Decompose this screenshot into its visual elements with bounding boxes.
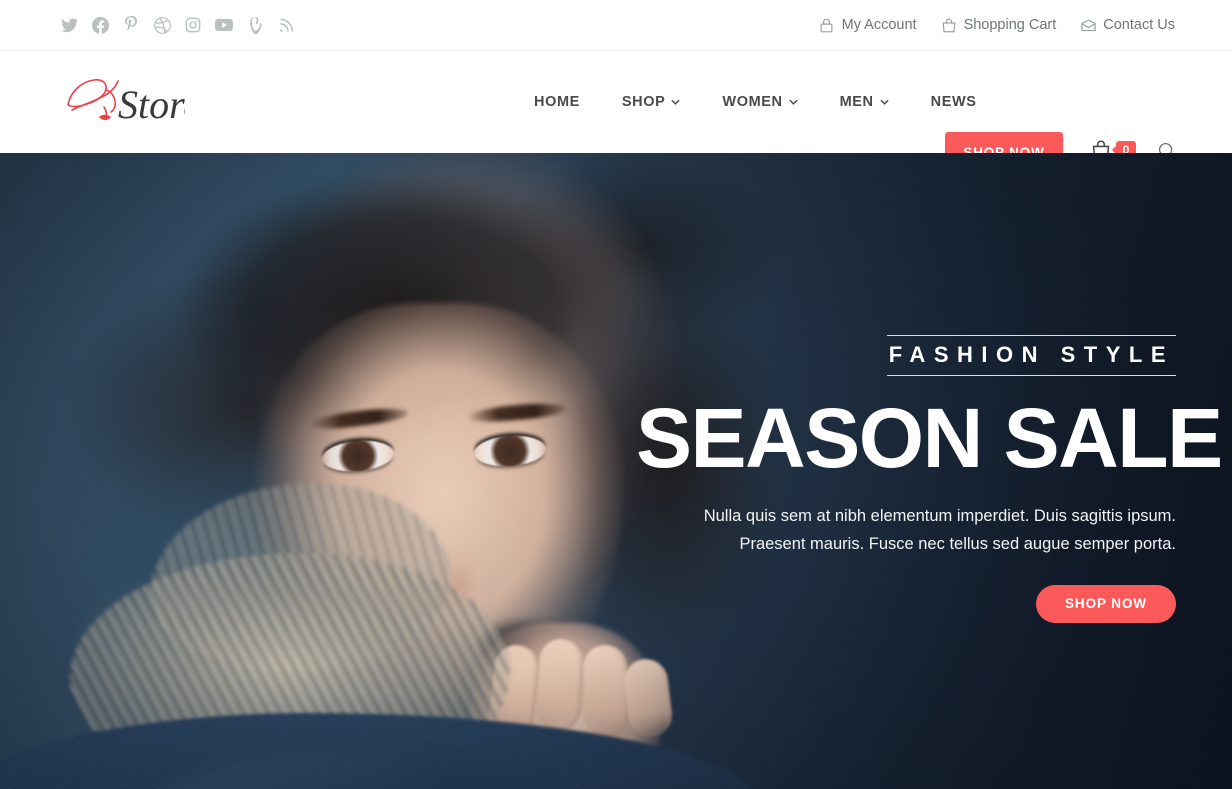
chevron-down-icon — [671, 99, 681, 105]
top-link-label: Shopping Cart — [963, 17, 1057, 34]
hero-photo-finger — [582, 644, 630, 738]
site-header: Store HOME SHOP WOMEN MEN NEWS SHOP — [0, 51, 1232, 173]
site-logo[interactable]: Store — [60, 73, 185, 131]
youtube-icon[interactable] — [213, 14, 235, 36]
hero-banner: FASHION STYLE SEASON SALE Nulla quis sem… — [0, 153, 1232, 789]
top-link-label: Contact Us — [1103, 17, 1175, 34]
pinterest-icon[interactable] — [120, 14, 142, 36]
hero-content: FASHION STYLE SEASON SALE Nulla quis sem… — [636, 335, 1223, 623]
nav-item-women[interactable]: WOMEN — [701, 94, 818, 110]
social-links — [58, 14, 297, 36]
top-link-contact-us[interactable]: Contact Us — [1080, 17, 1175, 34]
top-bar-links: My Account Shopping Cart Contact Us — [819, 17, 1175, 34]
facebook-icon[interactable] — [89, 14, 111, 36]
dribbble-icon[interactable] — [151, 14, 173, 36]
nav-item-men[interactable]: MEN — [819, 94, 910, 110]
hero-title: SEASON SALE — [636, 391, 1223, 485]
nav-item-shop[interactable]: SHOP — [601, 94, 702, 110]
vine-icon[interactable] — [244, 14, 266, 36]
shopping-bag-icon — [941, 17, 957, 34]
chevron-down-icon — [880, 99, 889, 105]
hero-eyebrow-wrap: FASHION STYLE — [886, 335, 1176, 376]
hero-eyebrow: FASHION STYLE — [888, 342, 1174, 367]
lock-icon — [819, 17, 835, 34]
top-link-my-account[interactable]: My Account — [819, 17, 917, 34]
rss-icon[interactable] — [275, 14, 297, 36]
nav-item-home[interactable]: HOME — [534, 94, 601, 110]
top-link-label: My Account — [841, 17, 917, 34]
nav-item-label: SHOP — [621, 94, 666, 110]
instagram-icon[interactable] — [182, 14, 204, 36]
nav-item-label: NEWS — [930, 94, 977, 110]
twitter-icon[interactable] — [58, 14, 80, 36]
nav-item-label: HOME — [534, 94, 580, 110]
svg-text:Store: Store — [118, 82, 185, 127]
hero-photo-finger — [535, 637, 585, 733]
hero-shop-now-button[interactable]: SHOP NOW — [1036, 584, 1176, 623]
envelope-icon — [1080, 17, 1096, 34]
top-bar: My Account Shopping Cart Contact Us — [0, 0, 1232, 51]
chevron-down-icon — [788, 99, 798, 105]
nav-item-news[interactable]: NEWS — [910, 94, 998, 110]
hero-description: Nulla quis sem at nibh elementum imperdi… — [703, 507, 1176, 554]
top-link-shopping-cart[interactable]: Shopping Cart — [941, 17, 1057, 34]
nav-item-label: MEN — [839, 94, 874, 110]
page-root: My Account Shopping Cart Contact Us Stor… — [0, 0, 1232, 789]
nav-item-label: WOMEN — [722, 94, 783, 110]
main-navigation: HOME SHOP WOMEN MEN NEWS — [534, 51, 998, 153]
